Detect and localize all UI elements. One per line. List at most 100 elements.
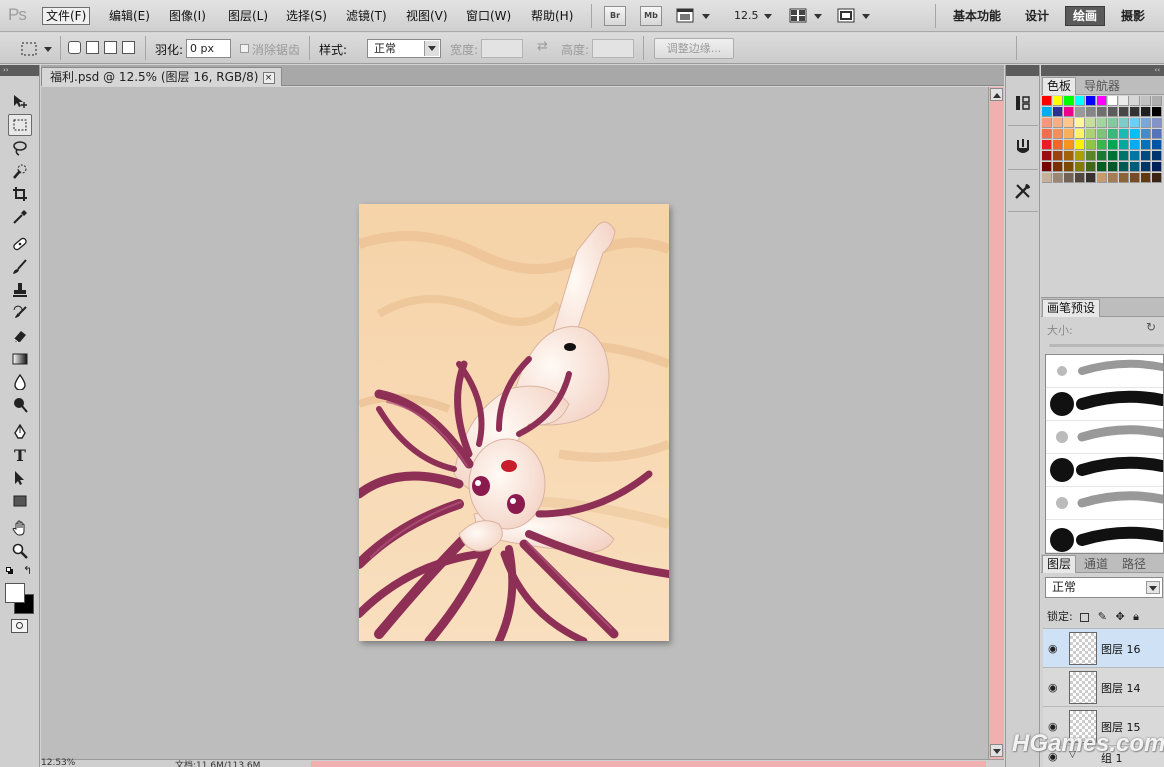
- eraser-tool[interactable]: [8, 325, 32, 347]
- status-zoom[interactable]: 12.53%: [41, 758, 75, 767]
- color-swatch[interactable]: [1086, 96, 1096, 106]
- panel-column-header[interactable]: ‹‹: [1041, 65, 1164, 76]
- artwork-canvas[interactable]: [359, 204, 669, 641]
- quick-mask-button[interactable]: [11, 619, 28, 633]
- color-swatch[interactable]: [1075, 162, 1085, 172]
- workspace-photography[interactable]: 摄影: [1116, 6, 1150, 26]
- color-swatch[interactable]: [1141, 151, 1151, 161]
- workspace-design[interactable]: 设计: [1020, 6, 1054, 26]
- screen-mode-button[interactable]: [837, 8, 873, 26]
- tool-presets-button[interactable]: [1009, 177, 1037, 205]
- color-swatch[interactable]: [1075, 96, 1085, 106]
- menu-image[interactable]: 图像(I): [166, 7, 209, 25]
- color-swatch[interactable]: [1119, 96, 1129, 106]
- layer-row[interactable]: ◉ 图层 14: [1043, 667, 1164, 706]
- horizontal-scrollbar[interactable]: [311, 761, 986, 767]
- color-swatch[interactable]: [1053, 118, 1063, 128]
- default-colors-icon[interactable]: [6, 567, 14, 575]
- color-swatch[interactable]: [1086, 129, 1096, 139]
- color-swatch[interactable]: [1053, 129, 1063, 139]
- zoom-tool[interactable]: [8, 540, 32, 562]
- color-swatch[interactable]: [1075, 173, 1085, 183]
- tool-preset-picker[interactable]: [8, 39, 56, 59]
- tab-paths[interactable]: 路径: [1117, 555, 1151, 573]
- view-extras-button[interactable]: [676, 8, 718, 26]
- color-swatch[interactable]: [1130, 162, 1140, 172]
- color-swatch[interactable]: [1086, 140, 1096, 150]
- workspace-painting[interactable]: 绘画: [1065, 6, 1105, 26]
- close-icon[interactable]: ×: [262, 71, 275, 84]
- color-swatch[interactable]: [1097, 129, 1107, 139]
- color-swatch[interactable]: [1064, 151, 1074, 161]
- color-swatch[interactable]: [1152, 173, 1162, 183]
- color-swatch[interactable]: [1053, 162, 1063, 172]
- lock-position-icon[interactable]: ✥: [1115, 610, 1124, 623]
- color-swatch[interactable]: [1053, 96, 1063, 106]
- rectangle-tool[interactable]: [8, 490, 32, 512]
- quick-selection-tool[interactable]: [8, 160, 32, 182]
- dodge-tool[interactable]: [8, 394, 32, 416]
- color-swatch[interactable]: [1042, 162, 1052, 172]
- color-swatch[interactable]: [1152, 129, 1162, 139]
- color-swatch[interactable]: [1064, 129, 1074, 139]
- tab-channels[interactable]: 通道: [1079, 555, 1113, 573]
- menu-window[interactable]: 窗口(W): [463, 7, 514, 25]
- color-swatch[interactable]: [1108, 107, 1118, 117]
- color-swatch[interactable]: [1097, 118, 1107, 128]
- brush-preset[interactable]: [1046, 454, 1163, 487]
- refine-edge-button[interactable]: 调整边缘...: [654, 38, 734, 59]
- color-swatch[interactable]: [1097, 140, 1107, 150]
- antialias-checkbox[interactable]: [240, 44, 249, 53]
- bridge-button[interactable]: Br: [604, 6, 626, 26]
- history-brush-tool[interactable]: [8, 302, 32, 324]
- intersect-selection-icon[interactable]: [122, 41, 135, 54]
- feather-input[interactable]: 0 px: [186, 39, 231, 58]
- rectangular-marquee-tool[interactable]: [8, 114, 32, 136]
- color-swatch[interactable]: [1119, 151, 1129, 161]
- foreground-color-swatch[interactable]: [5, 583, 25, 603]
- brush-panel-button[interactable]: [1009, 133, 1037, 161]
- menu-file[interactable]: 文件(F): [42, 7, 91, 25]
- scroll-down-arrow[interactable]: [990, 744, 1003, 757]
- color-swatch[interactable]: [1097, 151, 1107, 161]
- color-swatch[interactable]: [1086, 162, 1096, 172]
- clone-stamp-tool[interactable]: [8, 279, 32, 301]
- tab-layers[interactable]: 图层: [1042, 555, 1077, 573]
- color-swatch[interactable]: [1064, 118, 1074, 128]
- zoom-level[interactable]: 12.5: [734, 9, 759, 22]
- brush-preset[interactable]: [1046, 520, 1163, 553]
- color-swatch[interactable]: [1086, 173, 1096, 183]
- color-swatch[interactable]: [1042, 140, 1052, 150]
- color-swatch[interactable]: [1075, 107, 1085, 117]
- menu-layer[interactable]: 图层(L): [225, 7, 271, 25]
- history-panel-button[interactable]: [1009, 89, 1037, 117]
- color-swatch[interactable]: [1108, 151, 1118, 161]
- document-tab[interactable]: 福利.psd @ 12.5% (图层 16, RGB/8) ×: [41, 67, 282, 86]
- workspace-essentials[interactable]: 基本功能: [948, 6, 1006, 26]
- subtract-selection-icon[interactable]: [104, 41, 117, 54]
- color-swatch[interactable]: [1042, 96, 1052, 106]
- color-swatch[interactable]: [1075, 140, 1085, 150]
- color-swatch[interactable]: [1152, 118, 1162, 128]
- new-selection-icon[interactable]: [68, 41, 81, 54]
- color-swatch[interactable]: [1053, 107, 1063, 117]
- brush-preset[interactable]: [1046, 355, 1163, 388]
- color-swatch[interactable]: [1053, 151, 1063, 161]
- swap-dimensions-icon[interactable]: ⇄: [537, 39, 548, 54]
- brush-preset-list[interactable]: [1045, 354, 1164, 554]
- color-swatch[interactable]: [1064, 140, 1074, 150]
- layer-row[interactable]: ◉ 图层 16: [1043, 628, 1164, 667]
- eyedropper-tool[interactable]: [8, 206, 32, 228]
- color-swatch[interactable]: [1064, 107, 1074, 117]
- color-swatch[interactable]: [1097, 173, 1107, 183]
- blur-tool[interactable]: [8, 371, 32, 393]
- color-swatch[interactable]: [1119, 118, 1129, 128]
- color-swatch[interactable]: [1075, 151, 1085, 161]
- height-input[interactable]: [592, 39, 634, 58]
- color-swatch[interactable]: [1064, 173, 1074, 183]
- color-swatch[interactable]: [1097, 107, 1107, 117]
- tab-navigator[interactable]: 导航器: [1079, 77, 1125, 95]
- color-swatch[interactable]: [1152, 162, 1162, 172]
- color-swatch[interactable]: [1152, 140, 1162, 150]
- color-swatch[interactable]: [1130, 173, 1140, 183]
